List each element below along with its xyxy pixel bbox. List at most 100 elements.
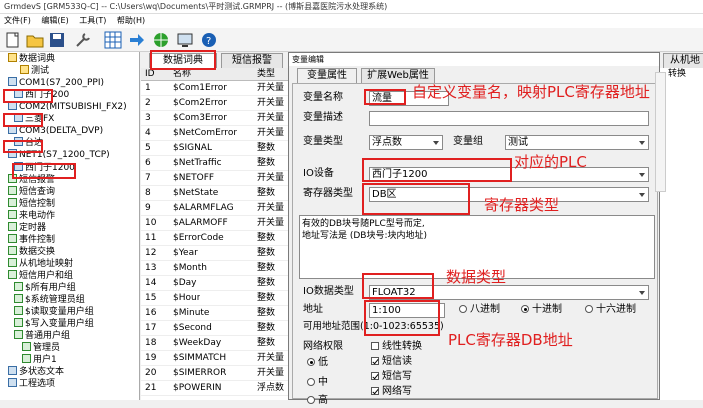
variable-type-select[interactable]: 浮点数	[369, 135, 443, 150]
tree-item[interactable]: $读取变量用户组	[14, 306, 94, 318]
permission-mid[interactable]: 中	[307, 376, 328, 390]
tab-slave-address[interactable]: 从机地	[663, 53, 703, 68]
network-icon[interactable]	[152, 31, 170, 49]
table-row[interactable]: 15 $Hour 整数	[141, 292, 291, 306]
io-data-type-select[interactable]: FLOAT32	[369, 285, 649, 300]
tree-item-label: 短信查询	[19, 187, 56, 197]
table-row[interactable]: 14 $Day 整数	[141, 277, 291, 291]
tree-item[interactable]: 数据交换	[8, 246, 55, 258]
radix-octal[interactable]: 八进制	[459, 303, 500, 317]
table-row[interactable]: 17 $Second 整数	[141, 322, 291, 336]
tree-item[interactable]: NET1(S7_1200_TCP)	[8, 149, 110, 161]
table-row[interactable]: 2 $Com2Error 开关量	[141, 97, 291, 111]
column-header-id[interactable]: ID	[145, 68, 155, 81]
column-header-type[interactable]: 类型	[257, 68, 275, 81]
wrench-icon[interactable]	[74, 31, 92, 49]
tree-item[interactable]: 多状态文本	[8, 366, 64, 378]
table-row[interactable]: 10 $ALARMOFF 开关量	[141, 217, 291, 231]
permission-high[interactable]: 高	[307, 394, 328, 408]
tree-item[interactable]: 工程选项	[8, 378, 55, 390]
menu-edit[interactable]: 编辑(E)	[41, 16, 68, 25]
annotation-variable-name: 自定义变量名，映射PLC寄存器地址	[412, 83, 650, 101]
variable-desc-input[interactable]	[369, 111, 649, 126]
tree-item[interactable]: $写入变量用户组	[14, 318, 94, 330]
tree-item[interactable]: COM2(MITSUBISHI_FX2)	[8, 101, 127, 113]
table-row[interactable]: 1 $Com1Error 开关量	[141, 82, 291, 96]
help-icon[interactable]: ?	[200, 31, 218, 49]
tree-item[interactable]: 短信报警	[8, 174, 55, 186]
tree-item[interactable]: COM3(DELTA_DVP)	[8, 125, 103, 137]
name-label: 变量名称	[303, 92, 343, 103]
tree-item[interactable]: 西门子200	[14, 89, 69, 101]
monitor-icon[interactable]	[176, 31, 194, 49]
table-cell: 16	[145, 308, 157, 318]
table-row[interactable]: 18 $WeekDay 整数	[141, 337, 291, 351]
table-row[interactable]: 13 $Month 整数	[141, 262, 291, 276]
arrow-right-icon[interactable]	[128, 31, 146, 49]
tab-web-properties[interactable]: 扩展Web属性	[361, 68, 435, 83]
table-cell: 整数	[257, 293, 276, 303]
tree-item[interactable]: 数据词典	[8, 53, 55, 65]
column-header-convert[interactable]: 转换	[668, 68, 686, 81]
tree-item[interactable]: $所有用户组	[14, 282, 76, 294]
column-header-name[interactable]: 名称	[173, 68, 191, 81]
tree-item[interactable]: COM1(S7_200_PPI)	[8, 77, 104, 89]
io-data-type-label: IO数据类型	[303, 286, 354, 297]
permission-low[interactable]: 低	[307, 356, 328, 370]
tree-item[interactable]: 台达	[14, 137, 43, 149]
tree-item[interactable]: 从机地址映射	[8, 258, 73, 270]
address-label: 地址	[303, 304, 323, 315]
radix-decimal[interactable]: 十进制	[521, 303, 562, 317]
tree-item[interactable]: 短信用户和组	[8, 270, 73, 282]
table-row[interactable]: 4 $NetComError 开关量	[141, 127, 291, 141]
sms-write-checkbox[interactable]: 短信写	[371, 370, 412, 384]
new-file-icon[interactable]	[4, 31, 22, 49]
open-folder-icon[interactable]	[26, 31, 44, 49]
table-cell: 12	[145, 248, 157, 258]
table-row[interactable]: 16 $Minute 整数	[141, 307, 291, 321]
tree-item[interactable]: 短信控制	[8, 198, 55, 210]
table-row[interactable]: 8 $NetState 整数	[141, 187, 291, 201]
tree-item[interactable]: 西门子1200	[14, 162, 75, 174]
menu-tools[interactable]: 工具(T)	[79, 16, 106, 25]
tree-item[interactable]: 短信查询	[8, 186, 55, 198]
dialog-scrollbar[interactable]	[655, 72, 666, 192]
menu-help[interactable]: 帮助(H)	[117, 16, 145, 25]
tree-item[interactable]: 事件控制	[8, 234, 55, 246]
net-write-checkbox[interactable]: 网络写	[371, 385, 412, 399]
tree-item[interactable]: 三菱FX	[14, 113, 54, 125]
tree-item[interactable]: $系统管理员组	[14, 294, 85, 306]
table-row[interactable]: 9 $ALARMFLAG 开关量	[141, 202, 291, 216]
address-input[interactable]: 1:100	[369, 303, 445, 318]
tree-item[interactable]: 用户1	[22, 354, 57, 366]
tree-item[interactable]: 来电动作	[8, 210, 55, 222]
table-row[interactable]: 21 $POWERIN 浮点数	[141, 382, 291, 396]
sms-read-checkbox[interactable]: 短信读	[371, 355, 412, 369]
variable-group-select[interactable]: 测试	[505, 135, 649, 150]
tab-sms-alarm[interactable]: 短信报警	[221, 53, 283, 68]
save-icon[interactable]	[48, 31, 66, 49]
tab-variable-properties[interactable]: 变量属性	[297, 68, 357, 83]
tree-item[interactable]: 管理员	[22, 342, 60, 354]
table-row[interactable]: 19 $SIMMATCH 开关量	[141, 352, 291, 366]
table-row[interactable]: 5 $SIGNAL 整数	[141, 142, 291, 156]
menu-file[interactable]: 文件(F)	[4, 16, 31, 25]
tree-item[interactable]: 测试	[20, 65, 49, 77]
table-row[interactable]: 6 $NetTraffic 整数	[141, 157, 291, 171]
tree-item[interactable]: 定时器	[8, 222, 46, 234]
tree-item[interactable]: 普通用户组	[14, 330, 70, 342]
radix-hex[interactable]: 十六进制	[585, 303, 636, 317]
tree-item-label: $写入变量用户组	[25, 319, 94, 329]
table-row[interactable]: 3 $Com3Error 开关量	[141, 112, 291, 126]
table-cell: $Com2Error	[173, 98, 227, 108]
table-row[interactable]: 11 $ErrorCode 整数	[141, 232, 291, 246]
table-row[interactable]: 12 $Year 整数	[141, 247, 291, 261]
table-cell: $SIMERROR	[173, 368, 227, 378]
table-row[interactable]: 20 $SIMERROR 开关量	[141, 367, 291, 381]
table-cell: 浮点数	[257, 383, 285, 393]
io-device-select[interactable]: 西门子1200	[369, 167, 649, 182]
grid-icon[interactable]	[104, 31, 122, 49]
tab-data-dictionary[interactable]: 数据词典	[149, 53, 217, 68]
linear-convert-checkbox[interactable]: 线性转换	[371, 340, 422, 354]
table-row[interactable]: 7 $NETOFF 开关量	[141, 172, 291, 186]
